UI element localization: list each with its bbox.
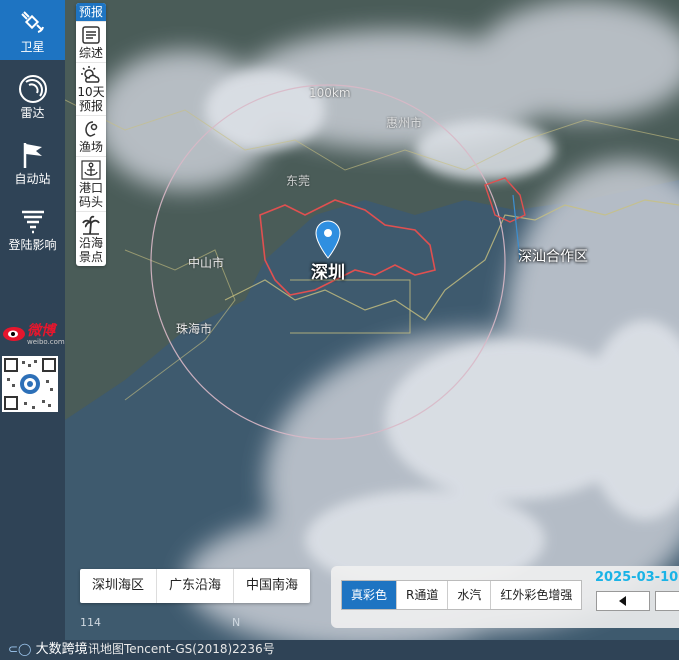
qr-code-image — [4, 358, 56, 410]
tab-shenzhen-sea[interactable]: 深圳海区 — [80, 569, 158, 603]
forecast-label-summary: 综述 — [78, 46, 103, 60]
weibo-domain: weibo.com — [27, 338, 65, 346]
image-date: 2025-03-10 — [595, 570, 679, 585]
forecast-item-10day[interactable]: 10天预报 — [76, 62, 106, 115]
map-label-zhuhai: 珠海市 — [176, 322, 213, 336]
map-label-zhongshan: 中山市 — [188, 256, 225, 270]
sun-cloud-icon — [81, 66, 100, 83]
product-true-color[interactable]: 真彩色 — [342, 581, 398, 609]
coord-suffix: N — [232, 616, 241, 629]
radar-icon — [18, 75, 47, 103]
brand-logo-icon: ⊂◯ — [8, 642, 32, 656]
summary-icon — [82, 26, 100, 44]
product-tabs: 真彩色 R通道 水汽 红外彩色增强 — [341, 580, 583, 610]
satellite-icon — [20, 11, 44, 33]
map-range-label: 100km — [309, 86, 351, 100]
anchor-icon — [81, 160, 101, 180]
region-tabs: 深圳海区 广东沿海 中国南海 — [80, 569, 311, 603]
sidebar-item-satellite[interactable]: 卫星 — [0, 0, 65, 60]
sidebar-item-landfall[interactable]: 登陆影响 — [0, 198, 65, 258]
brand-name: 大数跨境 — [35, 642, 88, 657]
weibo-label: 微博 — [27, 323, 55, 339]
sidebar-label-landfall: 登陆影响 — [8, 238, 57, 252]
coord-value: 114 — [80, 616, 101, 629]
map-coordinate: 114 N — [80, 616, 240, 629]
sidebar-label-auto-station: 自动站 — [14, 172, 51, 186]
brand-watermark: ⊂◯ 大数跨境 — [8, 638, 88, 657]
sidebar-label-satellite: 卫星 — [20, 40, 45, 54]
forecast-header: 预报 — [76, 3, 106, 21]
map-city-marker-label: 深圳 — [311, 263, 345, 283]
tab-guangdong-coast[interactable]: 广东沿海 — [157, 569, 235, 603]
sidebar-item-auto-station[interactable]: 自动站 — [0, 132, 65, 192]
tab-south-china-sea[interactable]: 中国南海 — [234, 569, 310, 603]
forecast-item-scenic[interactable]: 沿海景点 — [76, 211, 106, 266]
map-label-dongguan: 东莞 — [286, 174, 311, 188]
qr-code — [2, 356, 58, 412]
typhoon-icon — [21, 210, 44, 234]
forecast-item-summary[interactable]: 综述 — [76, 21, 106, 62]
map-copyright: 讯地图Tencent-GS(2018)2236号 — [88, 642, 275, 656]
product-infrared-enhanced[interactable]: 红外彩色增强 — [491, 581, 581, 609]
left-sidebar: 卫星 雷达 自动站 登陆影响 微博 weibo.com — [0, 0, 65, 640]
fishing-icon — [85, 121, 98, 137]
product-water-vapor[interactable]: 水汽 — [448, 581, 492, 609]
weibo-link[interactable]: 微博 weibo.com — [0, 318, 65, 348]
sidebar-label-radar: 雷达 — [20, 106, 45, 120]
forecast-label-port: 港口码头 — [78, 181, 103, 209]
satellite-imagery — [65, 0, 679, 640]
triangle-left-icon — [619, 596, 626, 606]
product-r-channel[interactable]: R通道 — [397, 581, 449, 609]
flag-icon — [23, 143, 42, 168]
map-label-shenshan: 深汕合作区 — [518, 249, 588, 265]
forecast-label-scenic: 沿海景点 — [78, 236, 103, 264]
next-frame-button[interactable] — [655, 591, 679, 611]
forecast-item-fishing[interactable]: 渔场 — [76, 115, 106, 156]
palm-tree-icon — [82, 215, 100, 235]
forecast-label-10day: 10天预报 — [77, 85, 105, 113]
forecast-item-port[interactable]: 港口码头 — [76, 156, 106, 211]
prev-frame-button[interactable] — [596, 591, 650, 611]
satellite-map[interactable] — [65, 0, 679, 640]
weibo-icon — [3, 327, 25, 341]
map-label-huizhou: 惠州市 — [386, 116, 423, 130]
forecast-label-fishing: 渔场 — [78, 140, 103, 154]
forecast-panel: 预报 综述 10天预报 渔场 港口码头 沿海景点 — [76, 3, 106, 266]
sidebar-item-radar[interactable]: 雷达 — [0, 66, 65, 126]
